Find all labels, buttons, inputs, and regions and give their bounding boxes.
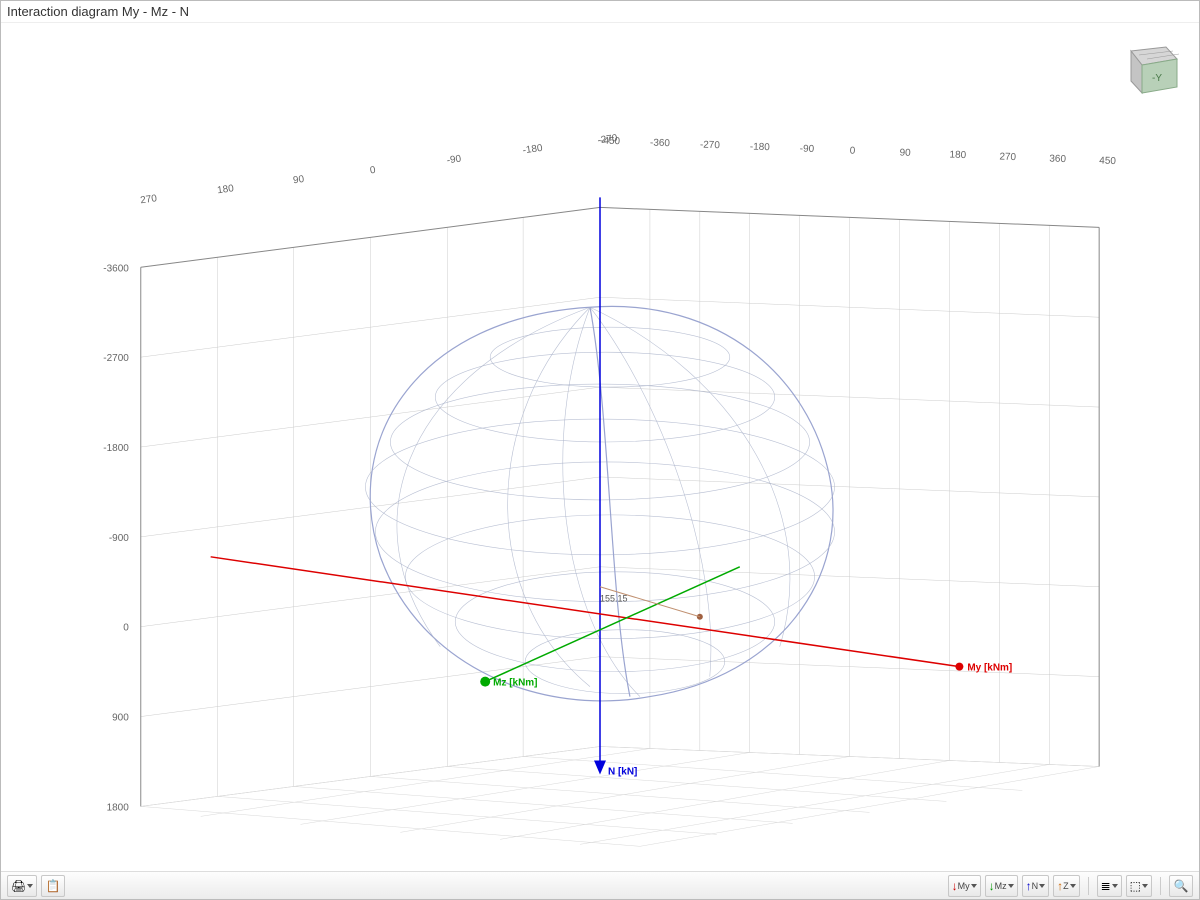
svg-text:270: 270 [140, 193, 158, 206]
svg-text:900: 900 [112, 713, 129, 724]
grid-back-wall [141, 207, 1099, 806]
tick-labels-Mz: 270 180 90 0 -90 -180 -270 [140, 133, 619, 207]
svg-text:270: 270 [999, 151, 1016, 163]
toolbar-bottom: 🖨 📋 ↓ My ↓ Mz ↑ N ↑ Z ≣ ⬚ 🔍 [1, 871, 1199, 899]
principal-axes: N [kN] My [kNm] Mz [kNm] [211, 197, 1013, 777]
svg-text:-450: -450 [600, 136, 621, 148]
printer-icon: 🖨 [11, 880, 26, 892]
diagram-viewport[interactable]: -3600 -2700 -1800 -900 0 900 1800 270 18… [1, 23, 1199, 871]
axis-n-label: N [1032, 881, 1039, 891]
axis-my-label: My [958, 881, 970, 891]
axis-my-button[interactable]: ↓ My [948, 875, 981, 897]
reset-view-button[interactable]: 🔍 [1169, 875, 1193, 897]
data-point: 155.15 [600, 587, 703, 620]
svg-text:-900: -900 [109, 533, 129, 544]
svg-text:-180: -180 [750, 142, 771, 154]
axis-z-label: Z [1063, 881, 1069, 891]
axis-mz-label: Mz [995, 881, 1007, 891]
page-title: Interaction diagram My - Mz - N [1, 1, 1199, 23]
svg-text:My [kNm]: My [kNm] [967, 663, 1012, 674]
tick-labels-N: -3600 -2700 -1800 -900 0 900 1800 [103, 263, 129, 813]
svg-text:-1800: -1800 [103, 443, 129, 454]
svg-text:90: 90 [292, 174, 305, 186]
svg-text:1800: 1800 [107, 802, 130, 813]
axis-z-button[interactable]: ↑ Z [1053, 875, 1080, 897]
svg-text:-Y: -Y [1152, 73, 1162, 84]
svg-text:-3600: -3600 [103, 263, 129, 274]
axis-n-button[interactable]: ↑ N [1022, 875, 1050, 897]
svg-text:155.15: 155.15 [600, 594, 627, 604]
cube-icon: ⬚ [1130, 880, 1141, 892]
svg-text:N [kN]: N [kN] [608, 766, 637, 777]
svg-text:360: 360 [1049, 153, 1066, 165]
svg-text:0: 0 [849, 145, 855, 156]
svg-text:0: 0 [123, 623, 129, 634]
svg-text:180: 180 [949, 149, 966, 161]
svg-text:-270: -270 [700, 140, 721, 152]
clipboard-icon: 📋 [46, 880, 61, 892]
svg-text:-360: -360 [650, 138, 671, 150]
svg-text:-2700: -2700 [103, 353, 129, 364]
view-cube[interactable]: -Y [1111, 41, 1181, 99]
svg-text:180: 180 [217, 183, 235, 196]
layers-icon: ≣ [1101, 880, 1111, 892]
copy-button[interactable]: 📋 [41, 875, 65, 897]
svg-text:-90: -90 [800, 143, 815, 155]
svg-text:-90: -90 [446, 153, 462, 166]
svg-text:Mz [kNm]: Mz [kNm] [493, 678, 537, 689]
layers-button[interactable]: ≣ [1097, 875, 1122, 897]
view3d-button[interactable]: ⬚ [1126, 875, 1152, 897]
tick-labels-My: -450 -360 -270 -180 -90 0 90 180 270 360… [600, 136, 1117, 168]
axis-mz-button[interactable]: ↓ Mz [985, 875, 1018, 897]
svg-text:90: 90 [899, 147, 911, 158]
axis-box [141, 207, 1099, 806]
svg-text:450: 450 [1099, 155, 1116, 167]
print-button[interactable]: 🖨 [7, 875, 37, 897]
grid-floor [141, 747, 1099, 847]
svg-text:-180: -180 [522, 143, 544, 157]
svg-text:0: 0 [369, 165, 376, 177]
magnifier-icon: 🔍 [1174, 880, 1189, 892]
